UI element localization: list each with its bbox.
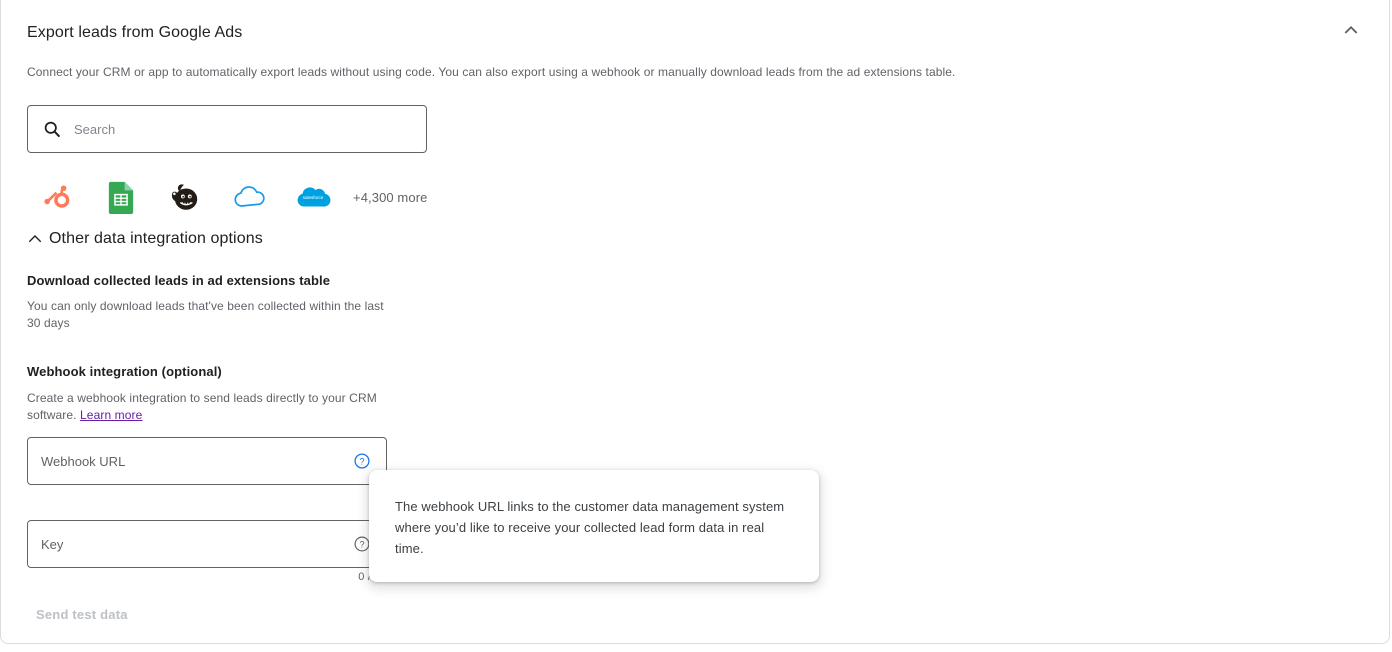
webhook-url-tooltip: The webhook URL links to the customer da… bbox=[369, 470, 819, 582]
other-options-toggle[interactable]: Other data integration options bbox=[26, 230, 263, 248]
key-character-counter: 0 / 50 bbox=[358, 571, 387, 583]
webhook-url-field[interactable]: ? bbox=[27, 437, 387, 485]
download-leads-body: You can only download leads that've been… bbox=[27, 299, 384, 330]
google-sheets-logo[interactable] bbox=[101, 177, 141, 217]
webhook-key-input[interactable] bbox=[41, 521, 353, 567]
mailchimp-logo[interactable] bbox=[165, 177, 205, 217]
salesforce-logo[interactable]: salesforce bbox=[293, 177, 333, 217]
tooltip-text: The webhook URL links to the customer da… bbox=[395, 499, 785, 556]
svg-text:salesforce: salesforce bbox=[303, 195, 324, 200]
chevron-up-icon bbox=[1340, 19, 1362, 41]
integration-logo-row: salesforce +4,300 more bbox=[37, 175, 427, 219]
learn-more-link[interactable]: Learn more bbox=[80, 408, 142, 422]
card-description: Connect your CRM or app to automatically… bbox=[27, 65, 956, 79]
other-options-label: Other data integration options bbox=[49, 230, 263, 247]
hubspot-logo[interactable] bbox=[37, 177, 77, 217]
more-integrations-label[interactable]: +4,300 more bbox=[353, 190, 427, 205]
webhook-key-field[interactable]: ? bbox=[27, 520, 387, 568]
search-box[interactable] bbox=[27, 105, 427, 153]
download-leads-title: Download collected leads in ad extension… bbox=[27, 273, 331, 288]
webhook-integration-title: Webhook integration (optional) bbox=[27, 364, 222, 379]
collapse-section-button[interactable] bbox=[1331, 10, 1371, 50]
help-circle-icon[interactable]: ? bbox=[353, 452, 371, 470]
search-icon bbox=[42, 119, 62, 139]
cloud-logo[interactable] bbox=[229, 177, 269, 217]
export-leads-card: Export leads from Google Ads Connect you… bbox=[0, 0, 1390, 644]
chevron-up-icon bbox=[26, 230, 44, 248]
search-input[interactable] bbox=[74, 106, 426, 152]
send-test-data-button[interactable]: Send test data bbox=[25, 598, 139, 630]
svg-text:?: ? bbox=[359, 539, 364, 549]
webhook-integration-body: Create a webhook integration to send lea… bbox=[27, 390, 397, 424]
page-title: Export leads from Google Ads bbox=[27, 24, 243, 41]
svg-text:?: ? bbox=[359, 456, 364, 466]
webhook-url-input[interactable] bbox=[41, 438, 353, 484]
